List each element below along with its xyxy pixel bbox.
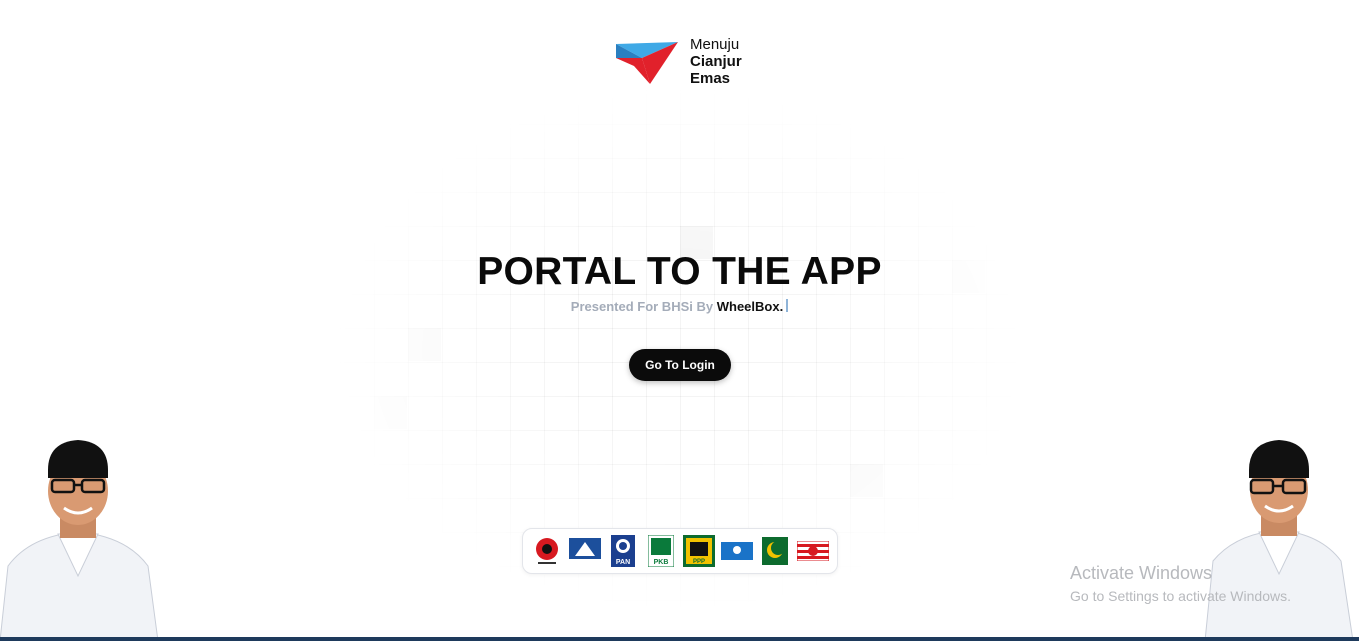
pkb-logo: PKB xyxy=(645,535,677,567)
watermark-title: Activate Windows xyxy=(1070,563,1213,583)
candidate-portrait-right xyxy=(1204,440,1354,641)
pkb-logo-label: PKB xyxy=(654,559,669,566)
pdi-perjuangan-logo xyxy=(531,535,563,567)
brand-logo: Menuju Cianjur Emas xyxy=(614,36,742,87)
go-to-login-button[interactable]: Go To Login xyxy=(629,349,731,381)
ppp-logo: PPP xyxy=(683,535,715,567)
brand-line-3: Emas xyxy=(690,70,731,87)
watermark-subtitle: Go to Settings to activate Windows. xyxy=(1070,588,1291,604)
brand-text: Menuju Cianjur Emas xyxy=(690,36,742,87)
perindo-logo xyxy=(721,535,753,567)
page-title: PORTAL TO THE APP xyxy=(477,250,882,293)
pbb-logo xyxy=(759,535,791,567)
typing-cursor xyxy=(786,299,789,312)
subtitle-prefix: Presented For BHSi By xyxy=(570,299,714,314)
paper-plane-icon xyxy=(616,42,678,84)
pan-logo-label: PAN xyxy=(616,559,630,566)
party-logos-bar: PAN PKB PPP xyxy=(522,528,838,574)
candidate-portrait-left xyxy=(0,440,159,641)
bottom-bar xyxy=(0,637,1359,641)
brand-line-1: Menuju xyxy=(690,36,740,53)
subtitle-brand: WheelBox. xyxy=(716,299,784,314)
demokrat-logo xyxy=(569,535,601,567)
pkp-logo xyxy=(797,535,829,567)
brand-line-2: Cianjur xyxy=(690,53,742,70)
pan-logo: PAN xyxy=(607,535,639,567)
page-subtitle: Presented For BHSi By WheelBox. xyxy=(0,299,1359,314)
windows-activation-watermark: Activate Windows Go to Settings to activ… xyxy=(1070,563,1291,604)
ppp-logo-label: PPP xyxy=(693,559,705,565)
